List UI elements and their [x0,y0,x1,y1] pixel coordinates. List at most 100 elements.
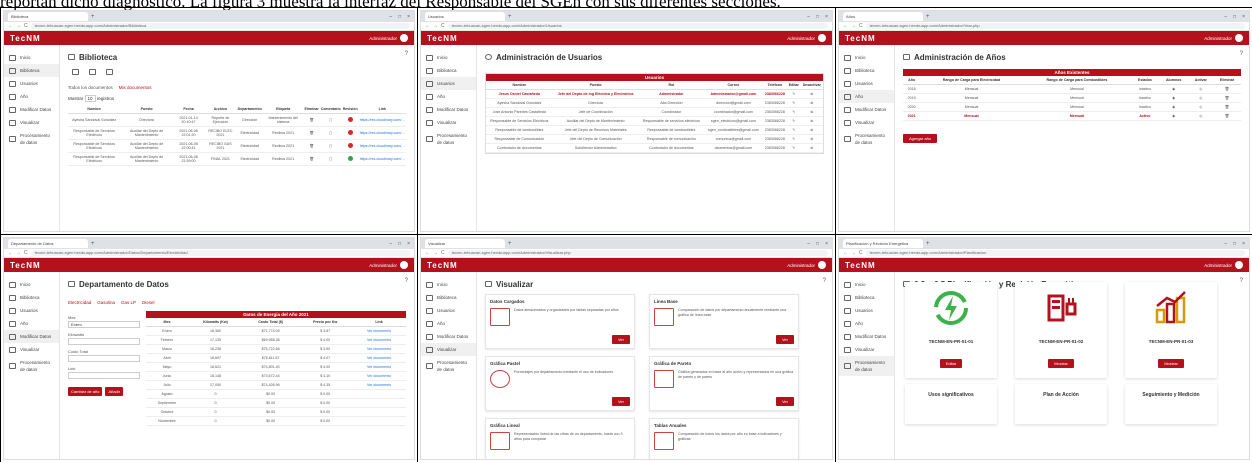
address-bar[interactable]: tecnm-tehuacan-sgen.herokuapp.com/Admini… [865,250,1245,256]
rejected-icon[interactable] [347,130,353,135]
sidebar-item-procesamiento[interactable]: Procesamiento de datos [4,129,59,149]
edit-cell[interactable]: ✎ [787,143,801,153]
browser-tab[interactable]: Usuarios [425,12,505,21]
sidebar-item-visualizar[interactable]: Visualizar [4,116,59,129]
help-icon[interactable]: ? [823,278,826,284]
deactivate-cell[interactable]: ⊗ [800,89,823,99]
document-link[interactable]: Ver documento [352,335,406,345]
edit-cell[interactable]: ✎ [787,125,801,135]
trash-icon[interactable]: 🗑 [1225,114,1230,118]
forward-icon[interactable]: → [851,250,856,256]
students-cell[interactable]: ◉ [1158,111,1189,121]
delete-cell[interactable]: 🗑 [1213,111,1241,121]
back-icon[interactable]: ← [425,23,430,29]
delete-cell[interactable]: 🗑 [1213,93,1241,103]
comment-icon[interactable]: ▢ [329,157,332,161]
show-button[interactable]: Mostrar [1158,359,1184,368]
edit-cell[interactable]: ✎ [787,89,801,99]
reload-icon[interactable]: C [24,23,28,29]
sidebar-item-modificar[interactable]: Modificar Datos [4,330,59,343]
document-link[interactable] [352,389,406,399]
sidebar-item-visualizar[interactable]: Visualizar [421,116,476,129]
delete-cell[interactable]: 🗑 [1213,102,1241,112]
sidebar-item-usuarios[interactable]: Usuarios [421,77,476,90]
sidebar-item-usuarios[interactable]: Usuarios [4,304,59,317]
sidebar-item-modificar[interactable]: Modificar Datos [839,103,894,116]
activate-icon[interactable]: ◎ [1199,105,1202,109]
new-tab-icon[interactable]: + [508,241,512,247]
reload-icon[interactable]: C [859,23,863,29]
avatar[interactable] [400,34,408,42]
comment-icon[interactable]: ▢ [329,144,332,148]
document-link[interactable]: https://res.cloudinary.com/… [358,139,406,153]
forward-icon[interactable]: → [16,250,21,256]
edit-icon[interactable]: ✎ [792,137,795,141]
document-link[interactable]: Ver documento [352,326,406,336]
students-icon[interactable]: ◉ [1172,87,1175,91]
trash-icon[interactable]: 🗑 [1225,96,1230,100]
trash-icon[interactable]: 🗑 [1225,105,1230,109]
sidebar-item-biblioteca[interactable]: Biblioteca [4,291,59,304]
activate-cell[interactable]: ◎ [1188,84,1214,94]
edit-icon[interactable]: ✎ [792,101,795,105]
review-cell[interactable] [341,152,359,166]
trash-icon[interactable]: 🗑 [309,144,314,148]
deactivate-cell[interactable]: ⊗ [800,125,823,135]
browser-tab[interactable]: Departamento de Datos [8,239,88,248]
sidebar-item-biblioteca[interactable]: Biblioteca [4,64,59,77]
new-tab-icon[interactable]: + [508,14,512,20]
sidebar-item-procesamiento[interactable]: Procesamiento de datos [421,129,476,149]
back-icon[interactable]: ← [843,23,848,29]
sidebar-item-inicio[interactable]: Inicio [421,278,476,291]
sidebar-item-ano[interactable]: Año [839,90,894,103]
month-select[interactable]: Enero [68,321,140,328]
document-link[interactable]: https://res.cloudinary.com/… [358,152,406,166]
document-link[interactable]: https://res.cloudinary.com/… [358,126,406,140]
add-year-button[interactable]: Agregar año [903,134,938,143]
browser-tab[interactable]: Años [843,12,923,21]
comment-icon-cell[interactable]: ▢ [319,152,342,166]
delete-icon-cell[interactable]: 🗑 [303,113,320,127]
document-link[interactable] [352,398,406,408]
deactivate-icon[interactable]: ⊗ [810,119,813,123]
rejected-icon[interactable] [347,143,353,148]
deactivate-icon[interactable]: ⊗ [810,128,813,132]
deactivate-cell[interactable]: ⊗ [800,98,823,108]
back-icon[interactable]: ← [425,250,430,256]
tab-gasolina[interactable]: Gasolina [97,300,115,305]
edit-cell[interactable]: ✎ [787,116,801,126]
deactivate-cell[interactable]: ⊗ [800,134,823,144]
card-usos-significativos[interactable]: Usos significativos [905,384,997,424]
sidebar-item-inicio[interactable]: Inicio [839,278,894,291]
delete-cell[interactable]: 🗑 [1213,84,1241,94]
delete-icon-cell[interactable]: 🗑 [303,152,320,166]
address-bar[interactable]: tecnm-tehuacan-sgen.herokuapp.com/Admini… [30,250,410,256]
activate-cell[interactable]: ◎ [1188,102,1214,112]
trash-icon[interactable]: 🗑 [309,118,314,122]
tab-diesel[interactable]: Diesel [142,300,155,305]
edit-icon[interactable]: ✎ [792,146,795,150]
sidebar-item-inicio[interactable]: Inicio [4,278,59,291]
change-year-button[interactable]: Cambiar de año [68,387,103,396]
sidebar-item-modificar[interactable]: Modificar Datos [421,103,476,116]
review-cell[interactable] [341,126,359,140]
sidebar-item-biblioteca[interactable]: Biblioteca [421,291,476,304]
tab-electricidad[interactable]: Electricidad [68,300,91,305]
tools-icon[interactable] [106,69,113,75]
address-bar[interactable]: tecnm-tehuacan-sgen.herokuapp.com/Admini… [447,250,828,256]
reload-icon[interactable]: C [441,250,445,256]
edit-icon[interactable]: ✎ [792,128,795,132]
activate-cell[interactable]: ◎ [1188,111,1214,121]
sidebar-item-usuarios[interactable]: Usuarios [4,77,59,90]
new-tab-icon[interactable]: + [926,14,930,20]
window-controls[interactable]: – □ × [389,241,414,247]
view-button[interactable]: Ver [611,397,630,406]
view-button[interactable]: Ver [611,335,630,344]
reload-icon[interactable]: C [859,250,863,256]
view-button[interactable]: Ver [775,335,794,344]
tab-mis-documentos[interactable]: Mis documentos [119,85,152,90]
students-cell[interactable]: ◉ [1158,84,1189,94]
sidebar-item-biblioteca[interactable]: Biblioteca [839,291,894,304]
add-data-button[interactable]: Añadir [105,387,124,396]
forward-icon[interactable]: → [433,250,438,256]
